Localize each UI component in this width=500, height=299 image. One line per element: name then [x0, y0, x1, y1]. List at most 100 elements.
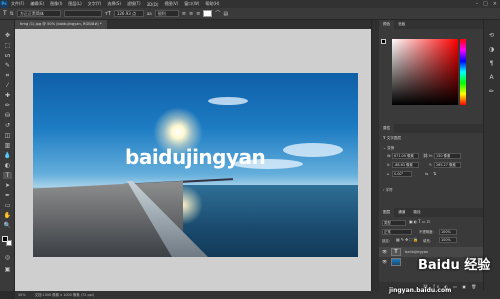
text-layer-text: 文字图层 [386, 136, 402, 140]
document-image[interactable]: baidujingyan [33, 73, 358, 257]
brush-settings-icon[interactable]: ✏ [487, 88, 496, 95]
hand-tool-icon[interactable]: ✋ [3, 212, 12, 219]
foreground-color-swatch[interactable] [2, 236, 8, 242]
font-size-field[interactable]: 126.93 点 [113, 10, 144, 17]
document-tab[interactable]: timg (1).jpg @ 50% (baidujingyan, RGB/8#… [15, 20, 107, 29]
brush-tool-icon[interactable]: ✏ [3, 102, 12, 109]
menu-help[interactable]: 帮助(H) [202, 1, 222, 7]
opacity-field[interactable]: 100% [439, 229, 457, 235]
photoshop-logo: Ps [0, 0, 8, 8]
screen-mode-icon[interactable]: ▣ [3, 266, 12, 273]
right-panels: 颜色 色板 属性 T 文字图层 ⌄ 变换 W: 671.09 像素 ⛓ H: 1… [379, 20, 483, 291]
menu-filter[interactable]: 滤镜(T) [124, 1, 144, 7]
blur-tool-icon[interactable]: 💧 [3, 152, 12, 159]
document-info: 文档:1000 像素 x 1000 像素 (72 ppi) [34, 293, 95, 297]
tab-layers[interactable]: 图层 [379, 208, 395, 217]
type-tool-icon[interactable]: T [3, 10, 7, 17]
dodge-tool-icon[interactable]: ◐ [3, 162, 12, 169]
visibility-eye-icon[interactable]: 👁 [382, 247, 387, 257]
color-picker-field[interactable] [392, 39, 458, 105]
flip-horizontal-icon[interactable]: ⇋ [425, 171, 428, 176]
eraser-tool-icon[interactable]: ◫ [3, 132, 12, 139]
paragraph-icon[interactable]: ¶ [487, 60, 496, 67]
font-style-select[interactable] [63, 10, 102, 17]
menu-3d[interactable]: 3D(D) [144, 2, 162, 7]
clone-stamp-tool-icon[interactable]: ⛁ [3, 112, 12, 119]
pen-tool-icon[interactable]: ✒ [3, 192, 12, 199]
opacity-label: 不透明度: [419, 230, 434, 234]
close-icon[interactable]: × [493, 1, 497, 7]
anti-alias-select[interactable]: 锐利 [154, 10, 179, 17]
tab-color[interactable]: 颜色 [379, 20, 395, 29]
flip-vertical-icon[interactable]: ⇅ [433, 171, 436, 176]
transform-section[interactable]: ⌄ 变换 [379, 144, 483, 153]
tab-paths[interactable]: 路径 [409, 208, 424, 217]
menu-window[interactable]: 窗口(W) [181, 1, 202, 7]
eyedropper-tool-icon[interactable]: ⁄ [3, 82, 12, 89]
angle-field[interactable]: 0.00° [392, 171, 412, 177]
color-swatches[interactable] [2, 236, 12, 246]
tab-swatches[interactable]: 色板 [394, 20, 409, 29]
menu-file[interactable]: 文件(F) [8, 1, 27, 7]
baidu-watermark-site: jingyan.baidu.com [389, 287, 452, 294]
width-field[interactable]: 671.09 像素 [392, 153, 419, 159]
h-label: H: [429, 154, 433, 158]
gradient-tool-icon[interactable]: ▥ [3, 142, 12, 149]
orientation-toggle-icon[interactable]: ⇅ [10, 11, 14, 17]
align-right-icon[interactable]: ≡ [196, 11, 200, 17]
font-family-select[interactable]: 方正正黑简体 [16, 10, 61, 17]
lock-label: 锁定: [382, 239, 390, 243]
tab-properties[interactable]: 属性 [379, 124, 395, 133]
blend-mode-select[interactable]: 正常 [382, 229, 412, 235]
quick-mask-icon[interactable]: ◎ [3, 254, 12, 261]
lock-icons[interactable]: ▦✎✥⛶🔒 [396, 237, 419, 242]
crop-tool-icon[interactable]: ⌗ [3, 72, 12, 79]
menu-edit[interactable]: 编辑(E) [27, 1, 47, 7]
maximize-icon[interactable]: □ [483, 1, 488, 7]
cloud [208, 97, 248, 105]
color-panel-tabs: 颜色 色板 [379, 20, 483, 29]
align-left-icon[interactable]: ≡ [182, 11, 186, 17]
adjustments-icon[interactable]: ◑ [487, 46, 496, 53]
collapsed-panel-strip [371, 20, 379, 291]
menu-select[interactable]: 选择(S) [104, 1, 124, 7]
move-tool-icon[interactable]: ✥ [3, 32, 12, 39]
character-icon[interactable]: A [487, 74, 496, 81]
marquee-tool-icon[interactable]: ⬚ [3, 42, 12, 49]
menu-layer[interactable]: 图层(L) [65, 1, 84, 7]
layer-filter-icons[interactable]: ▣◐T▭⊡ [409, 219, 431, 224]
text-color-swatch[interactable] [203, 10, 213, 17]
hue-slider[interactable] [460, 39, 466, 105]
menu-type[interactable]: 文字(Y) [85, 1, 105, 7]
foreground-color-chip[interactable] [381, 39, 386, 44]
tab-channels[interactable]: 通道 [394, 208, 409, 217]
lasso-tool-icon[interactable]: ᔕ [3, 52, 12, 59]
text-layer-content[interactable]: baidujingyan [125, 145, 266, 169]
anti-alias-icon: aa [146, 11, 152, 16]
layer-filter-select[interactable]: 类型 [382, 220, 406, 226]
link-icon[interactable]: ⛓ [423, 153, 428, 158]
character-section[interactable]: › 字符 [379, 186, 483, 195]
zoom-level[interactable]: 50% [18, 293, 26, 297]
y-field[interactable]: 265.27 像素 [434, 162, 461, 168]
path-select-tool-icon[interactable]: ➤ [3, 182, 12, 189]
menu-view[interactable]: 视图(V) [161, 1, 181, 7]
history-icon[interactable]: ⟲ [487, 32, 496, 39]
align-center-icon[interactable]: ≡ [189, 11, 193, 17]
history-brush-tool-icon[interactable]: ↺ [3, 122, 12, 129]
zoom-tool-icon[interactable]: 🔍 [3, 222, 12, 229]
quick-select-tool-icon[interactable]: ✎ [3, 62, 12, 69]
font-size-icon: ᴛT [104, 10, 111, 17]
menu-bar: Ps 文件(F) 编辑(E) 图像(I) 图层(L) 文字(Y) 选择(S) 滤… [0, 0, 500, 8]
shape-tool-icon[interactable]: ▭ [3, 202, 12, 209]
x-field[interactable]: -88.63 像素 [392, 162, 419, 168]
height-field[interactable]: 130 像素 [434, 153, 461, 159]
menu-image[interactable]: 图像(I) [47, 1, 65, 7]
character-panel-icon[interactable]: ▤ [223, 11, 228, 17]
type-tool-icon[interactable]: T [3, 172, 12, 179]
warp-text-icon[interactable]: ⌒ [215, 10, 220, 17]
minimize-icon[interactable]: – [476, 1, 479, 7]
fill-field[interactable]: 100% [439, 237, 457, 243]
healing-brush-tool-icon[interactable]: ✚ [3, 92, 12, 99]
visibility-eye-icon[interactable]: 👁 [382, 257, 387, 267]
